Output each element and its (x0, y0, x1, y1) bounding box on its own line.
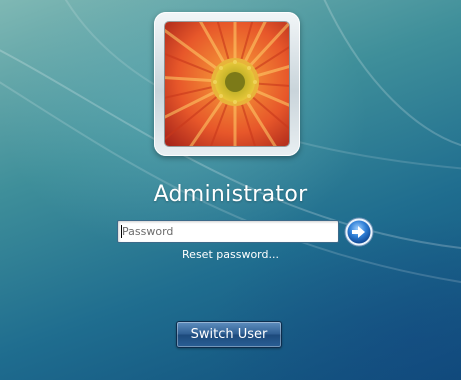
username-label: Administrator (153, 182, 308, 207)
password-field[interactable] (117, 220, 339, 243)
arrow-right-icon (344, 217, 374, 247)
flower-avatar-icon (165, 22, 289, 146)
avatar (165, 22, 289, 146)
switch-user-button[interactable]: Switch User (176, 321, 282, 348)
password-input[interactable] (118, 221, 338, 242)
text-caret (121, 225, 122, 238)
reset-password-link[interactable]: Reset password... (0, 248, 461, 261)
user-tile[interactable] (154, 12, 300, 156)
submit-arrow-button[interactable] (344, 217, 374, 247)
